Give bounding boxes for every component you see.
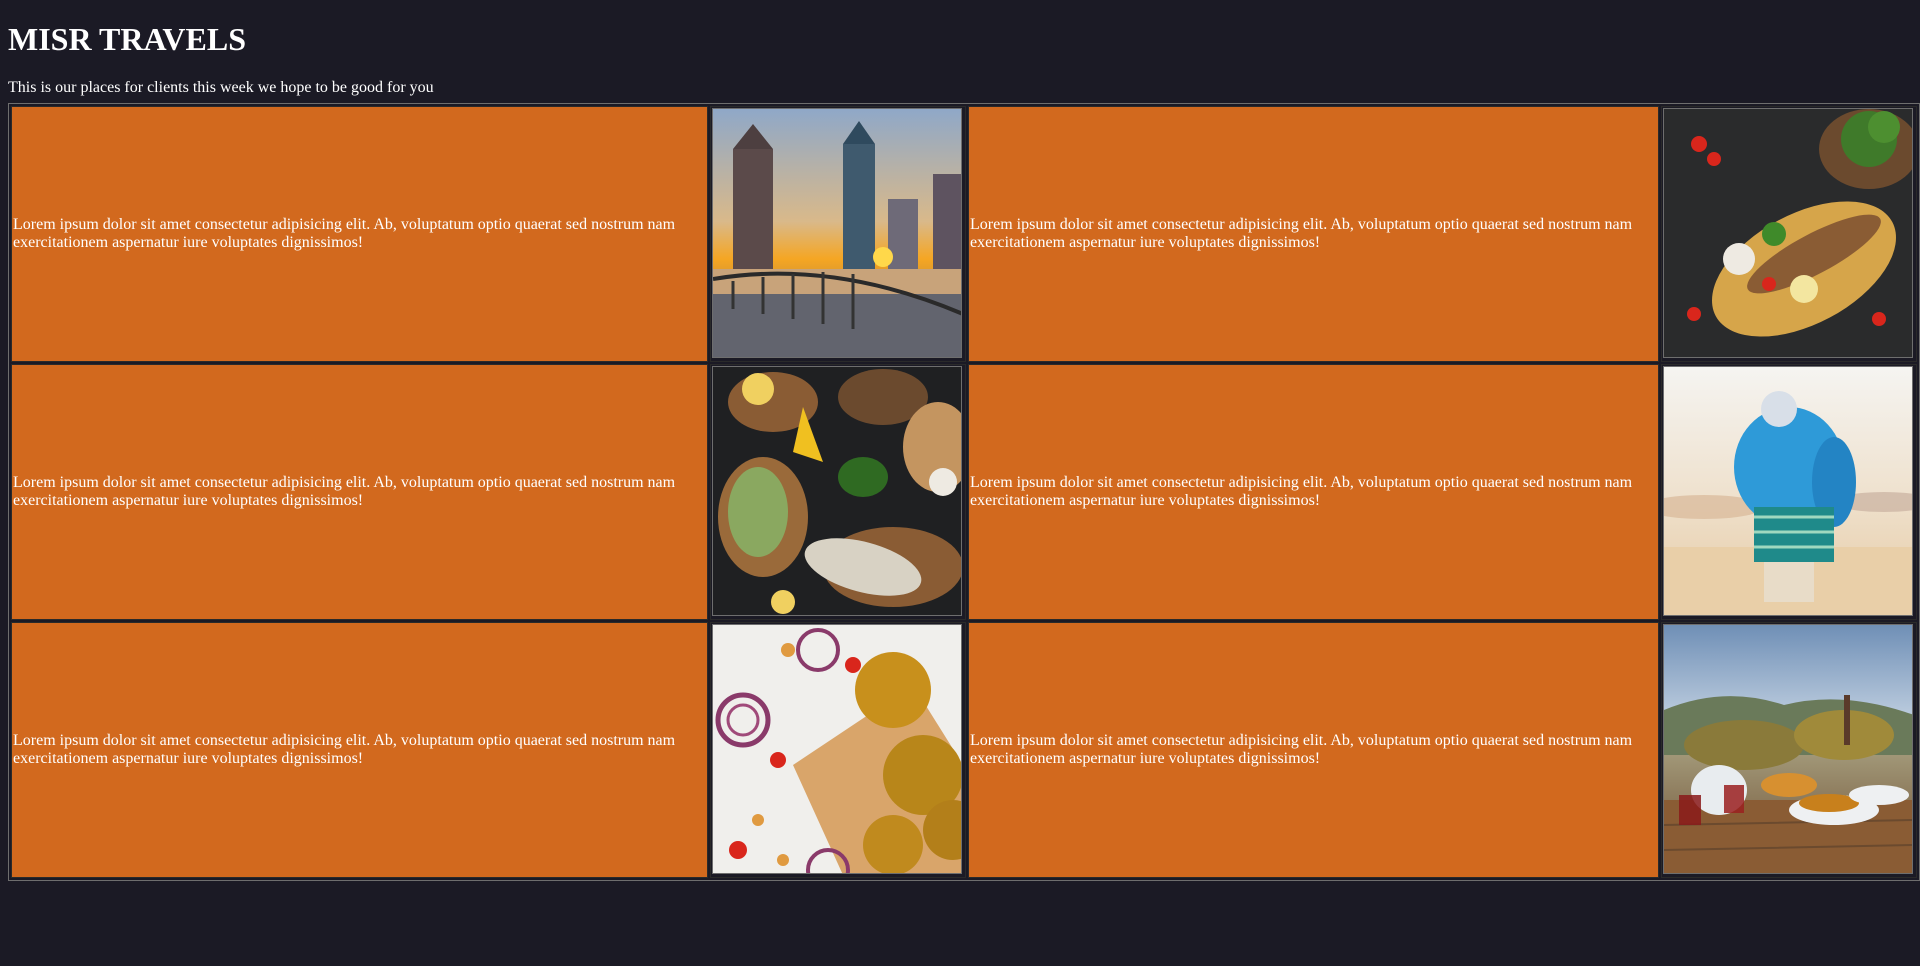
grilled-fish-plate-image [1663, 108, 1914, 358]
man-in-blue-robe-image [1663, 366, 1914, 616]
table-row: Lorem ipsum dolor sit amet consectetur a… [11, 106, 1917, 362]
place-description: Lorem ipsum dolor sit amet consectetur a… [968, 106, 1660, 362]
falafel-patties-image [712, 624, 963, 874]
table-row: Lorem ipsum dolor sit amet consectetur a… [11, 364, 1917, 620]
table-row: Lorem ipsum dolor sit amet consectetur a… [11, 622, 1917, 878]
page-subtitle: This is our places for clients this week… [8, 79, 434, 96]
place-description: Lorem ipsum dolor sit amet consectetur a… [11, 364, 709, 620]
city-skyline-sunset-image [712, 108, 963, 358]
place-description: Lorem ipsum dolor sit amet consectetur a… [11, 622, 709, 878]
places-table: Lorem ipsum dolor sit amet consectetur a… [8, 103, 1920, 881]
place-description: Lorem ipsum dolor sit amet consectetur a… [968, 364, 1660, 620]
smoked-fish-spread-image [712, 366, 963, 616]
tea-and-sweets-table-image [1663, 624, 1914, 874]
place-description: Lorem ipsum dolor sit amet consectetur a… [11, 106, 709, 362]
page: MISR TRAVELS This is our places for clie… [0, 21, 1920, 881]
place-description: Lorem ipsum dolor sit amet consectetur a… [968, 622, 1660, 878]
page-title: MISR TRAVELS [8, 21, 247, 57]
